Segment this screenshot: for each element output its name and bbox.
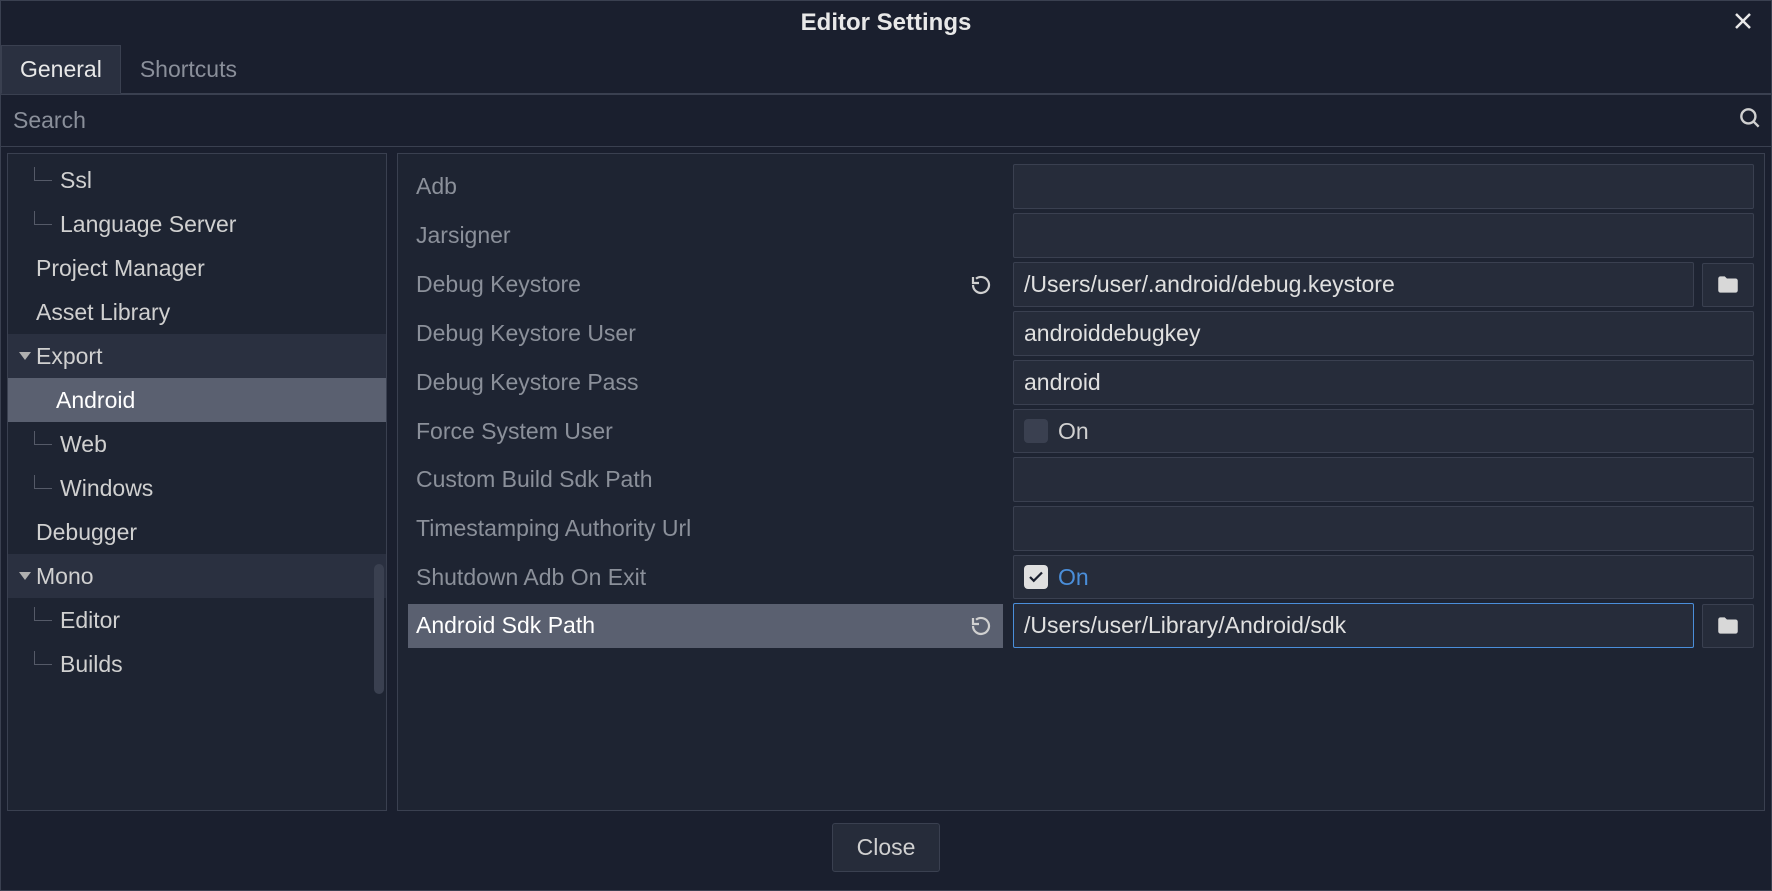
tab-general[interactable]: General — [1, 45, 121, 94]
tree-item-builds[interactable]: Builds — [8, 642, 386, 686]
tree-item-ssl[interactable]: Ssl — [8, 158, 386, 202]
folder-icon[interactable] — [1702, 604, 1754, 648]
close-button[interactable]: Close — [832, 823, 941, 872]
titlebar: Editor Settings — [1, 1, 1771, 45]
setting-label: Custom Build Sdk Path — [416, 466, 995, 493]
checkbox-label: On — [1058, 418, 1089, 445]
tree-item-android[interactable]: Android — [8, 378, 386, 422]
editor-settings-dialog: Editor Settings General Shortcuts Ssl La… — [0, 0, 1772, 891]
tree-scrollbar[interactable] — [374, 564, 384, 694]
timestamping-authority-url-input[interactable] — [1013, 506, 1754, 551]
shutdown-adb-checkbox[interactable]: On — [1013, 555, 1754, 599]
reset-icon[interactable] — [967, 612, 995, 640]
tree-item-debugger[interactable]: Debugger — [8, 510, 386, 554]
setting-force-system-user: Force System User On — [408, 407, 1754, 455]
setting-adb: Adb — [408, 162, 1754, 211]
tree-item-editor[interactable]: Editor — [8, 598, 386, 642]
android-sdk-path-input[interactable] — [1013, 603, 1694, 648]
reset-icon[interactable] — [967, 271, 995, 299]
setting-custom-build-sdk-path: Custom Build Sdk Path — [408, 455, 1754, 504]
chevron-down-icon[interactable] — [16, 572, 34, 580]
checkbox-label: On — [1058, 564, 1089, 591]
tabs: General Shortcuts — [1, 45, 1771, 94]
jarsigner-input[interactable] — [1013, 213, 1754, 258]
setting-label: Debug Keystore Pass — [416, 369, 995, 396]
dialog-title: Editor Settings — [801, 9, 972, 37]
settings-panel: Adb Jarsigner Debug Keystore — [397, 153, 1765, 811]
tree-item-project-manager[interactable]: Project Manager — [8, 246, 386, 290]
setting-debug-keystore-pass: Debug Keystore Pass — [408, 358, 1754, 407]
force-system-user-checkbox[interactable]: On — [1013, 409, 1754, 453]
setting-shutdown-adb-on-exit: Shutdown Adb On Exit On — [408, 553, 1754, 601]
debug-keystore-pass-input[interactable] — [1013, 360, 1754, 405]
setting-debug-keystore: Debug Keystore — [408, 260, 1754, 309]
setting-label: Android Sdk Path — [416, 612, 961, 639]
debug-keystore-input[interactable] — [1013, 262, 1694, 307]
setting-label: Debug Keystore — [416, 271, 961, 298]
debug-keystore-user-input[interactable] — [1013, 311, 1754, 356]
category-tree[interactable]: Ssl Language Server Project Manager Asse… — [7, 153, 387, 811]
close-icon[interactable] — [1731, 9, 1755, 38]
setting-label: Jarsigner — [416, 222, 995, 249]
tree-item-export[interactable]: Export — [8, 334, 386, 378]
folder-icon[interactable] — [1702, 263, 1754, 307]
setting-timestamping-authority-url: Timestamping Authority Url — [408, 504, 1754, 553]
custom-build-sdk-path-input[interactable] — [1013, 457, 1754, 502]
dialog-footer: Close — [1, 811, 1771, 890]
tab-shortcuts[interactable]: Shortcuts — [121, 45, 256, 93]
chevron-down-icon[interactable] — [16, 352, 34, 360]
setting-label: Adb — [416, 173, 995, 200]
checkbox-icon — [1024, 565, 1048, 589]
tree-item-web[interactable]: Web — [8, 422, 386, 466]
tree-item-language-server[interactable]: Language Server — [8, 202, 386, 246]
tree-item-mono[interactable]: Mono — [8, 554, 386, 598]
tree-item-windows[interactable]: Windows — [8, 466, 386, 510]
search-icon[interactable] — [1737, 105, 1763, 136]
setting-jarsigner: Jarsigner — [408, 211, 1754, 260]
adb-input[interactable] — [1013, 164, 1754, 209]
setting-debug-keystore-user: Debug Keystore User — [408, 309, 1754, 358]
content: Ssl Language Server Project Manager Asse… — [1, 147, 1771, 811]
checkbox-icon — [1024, 419, 1048, 443]
setting-label: Shutdown Adb On Exit — [416, 564, 995, 591]
search-bar — [1, 94, 1771, 147]
setting-android-sdk-path: Android Sdk Path — [408, 601, 1754, 650]
tree-item-asset-library[interactable]: Asset Library — [8, 290, 386, 334]
setting-label: Timestamping Authority Url — [416, 515, 995, 542]
search-input[interactable] — [9, 101, 1737, 140]
setting-label: Force System User — [416, 418, 995, 445]
setting-label: Debug Keystore User — [416, 320, 995, 347]
